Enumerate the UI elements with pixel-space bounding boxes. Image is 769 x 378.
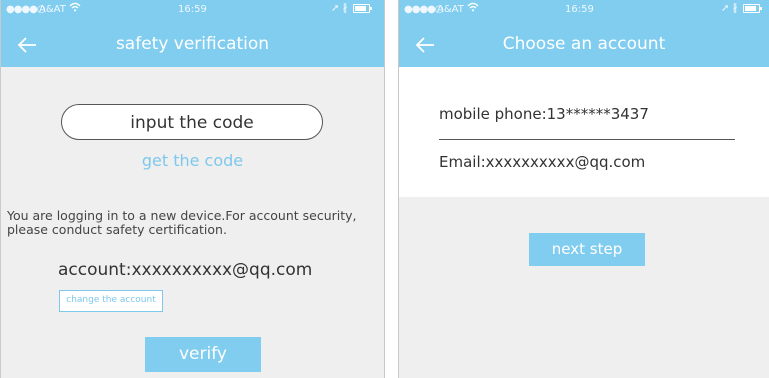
status-icons: ➚ ∦ [721,3,762,14]
account-label: account:xxxxxxxxxx@qq.com [58,260,313,280]
top-bar: ●●●●○ A&AT 16:59 ➚ ∦ safety verification [1,0,384,67]
safety-verification-screen: ●●●●○ A&AT 16:59 ➚ ∦ safety verification… [0,0,385,378]
get-code-link[interactable]: get the code [1,151,384,170]
location-arrow-icon: ➚ [721,3,730,14]
status-time: 16:59 [178,4,207,15]
security-notice: You are logging in to a new device.For a… [7,208,357,237]
change-account-button[interactable]: change the account [59,290,163,312]
account-option-phone[interactable]: mobile phone:13******3437 [439,105,649,123]
battery-icon [742,3,762,13]
next-step-button[interactable]: next step [529,233,645,266]
bluetooth-icon: ∦ [732,3,738,14]
divider [439,139,735,140]
carrier-name: A&AT [437,4,464,15]
wifi-icon [467,2,479,15]
page-title: Choose an account [502,34,666,54]
location-arrow-icon: ➚ [331,3,340,14]
wifi-icon [69,2,81,15]
status-icons: ➚ ∦ [331,3,372,14]
page-title: safety verification [115,34,270,54]
status-bar: ●●●●○ A&AT 16:59 ➚ ∦ [1,0,384,20]
status-time: 16:59 [565,4,594,15]
code-input[interactable]: input the code [61,104,323,140]
choose-account-screen: ●●●●○ A&AT 16:59 ➚ ∦ Choose an account m… [398,0,769,378]
top-bar: ●●●●○ A&AT 16:59 ➚ ∦ Choose an account [399,0,769,67]
status-bar: ●●●●○ A&AT 16:59 ➚ ∦ [399,0,769,20]
account-option-email[interactable]: Email:xxxxxxxxxx@qq.com [439,153,645,171]
battery-icon [352,3,372,13]
account-list: mobile phone:13******3437 Email:xxxxxxxx… [399,67,769,197]
carrier-name: A&AT [39,4,66,15]
bluetooth-icon: ∦ [342,3,348,14]
verify-button[interactable]: verify [145,337,261,372]
